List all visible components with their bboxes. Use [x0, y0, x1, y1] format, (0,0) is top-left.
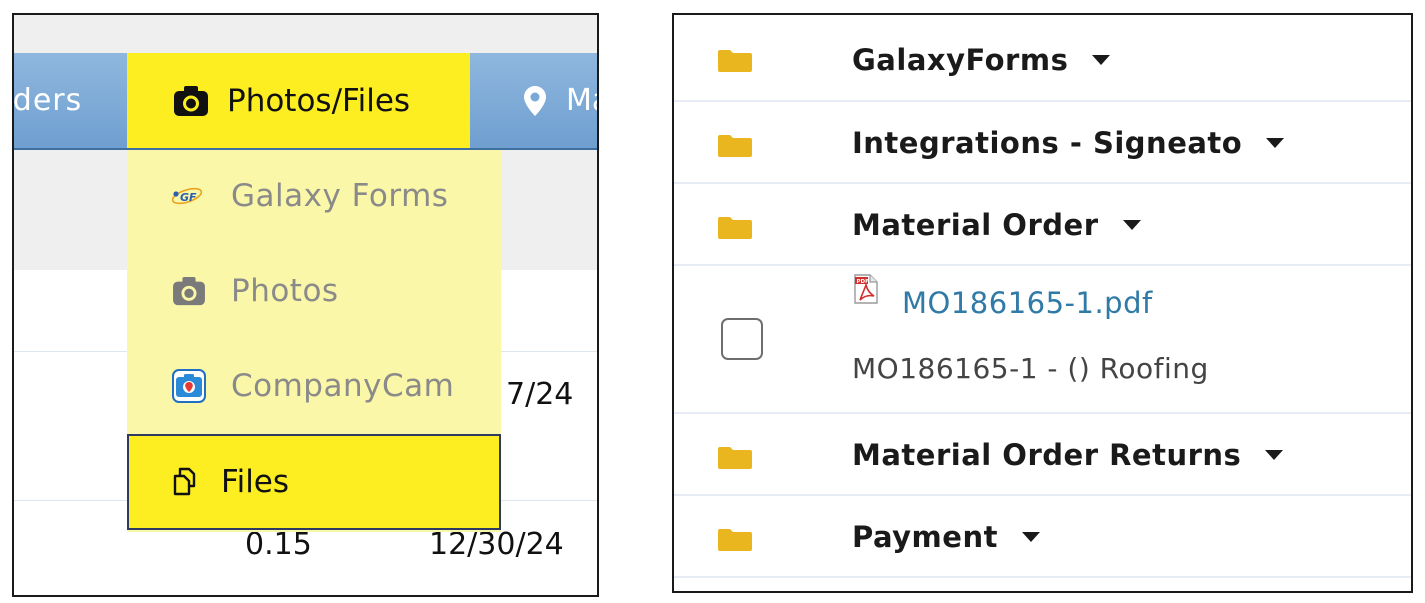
dropdown-item-galaxy-forms[interactable]: GF Galaxy Forms — [127, 150, 501, 242]
companycam-icon — [171, 369, 207, 403]
file-description: MO186165-1 - () Roofing — [852, 352, 1209, 385]
nav-item-orders[interactable]: rders — [14, 53, 82, 148]
dropdown-item-label: Photos — [231, 273, 339, 309]
pdf-icon: PDF — [854, 274, 878, 304]
folder-icon — [718, 135, 752, 157]
folder-row[interactable]: GalaxyForms — [674, 15, 1411, 102]
folder-row[interactable]: Material Order Returns — [674, 414, 1411, 496]
folder-icon — [718, 447, 752, 469]
nav-item-label: Photos/Files — [227, 82, 411, 119]
nav-item-map[interactable]: Ma — [524, 53, 597, 148]
folder-icon — [718, 529, 752, 551]
folder-row[interactable]: Payment — [674, 496, 1411, 578]
svg-text:GF: GF — [180, 191, 197, 204]
caret-down-icon[interactable] — [1122, 220, 1141, 230]
dropdown-item-label: Galaxy Forms — [231, 178, 449, 214]
top-band — [14, 15, 597, 53]
svg-text:PDF: PDF — [857, 279, 870, 285]
folder-name[interactable]: Integrations - Signeato — [852, 126, 1285, 160]
dropdown-item-label: Files — [221, 464, 290, 500]
nav-item-photos-files[interactable]: Photos/Files — [127, 53, 470, 148]
caret-down-icon[interactable] — [1092, 55, 1111, 65]
folder-name[interactable]: Material Order — [852, 208, 1141, 242]
folder-name[interactable]: Material Order Returns — [852, 438, 1284, 472]
folder-icon — [718, 217, 752, 239]
right-panel: GalaxyForms Integrations - Signeato Mate… — [672, 13, 1413, 593]
file-link[interactable]: MO186165-1.pdf — [902, 286, 1153, 320]
dropdown-item-photos[interactable]: Photos — [127, 245, 501, 337]
caret-down-icon[interactable] — [1266, 138, 1285, 148]
table-cell-date: 7/24 — [506, 377, 574, 412]
dropdown-item-files[interactable]: Files — [127, 434, 501, 530]
dropdown-item-label: CompanyCam — [231, 368, 455, 404]
map-pin-icon — [524, 85, 546, 116]
dropdown-item-companycam[interactable]: CompanyCam — [127, 340, 501, 432]
table-cell-value: 0.15 — [245, 527, 312, 562]
caret-down-icon[interactable] — [1265, 450, 1284, 460]
caret-down-icon[interactable] — [1021, 532, 1040, 542]
file-row[interactable]: PDF MO186165-1.pdf MO186165-1 - () Roofi… — [674, 266, 1411, 414]
camera-icon — [171, 276, 207, 306]
folder-row[interactable]: Material Order — [674, 184, 1411, 266]
nav-item-label: Ma — [566, 83, 597, 118]
folder-name[interactable]: Payment — [852, 520, 1040, 554]
camera-icon — [174, 85, 208, 116]
folder-name[interactable]: GalaxyForms — [852, 43, 1111, 77]
folder-icon — [718, 50, 752, 72]
left-panel: rders Photos/Files Ma 7/24 0.15 12/30/24… — [12, 13, 599, 597]
table-cell-date: 12/30/24 — [429, 527, 564, 562]
file-checkbox[interactable] — [721, 318, 763, 360]
files-icon — [173, 467, 196, 496]
galaxy-forms-logo-icon: GF — [171, 184, 207, 208]
folder-row[interactable]: Integrations - Signeato — [674, 102, 1411, 184]
